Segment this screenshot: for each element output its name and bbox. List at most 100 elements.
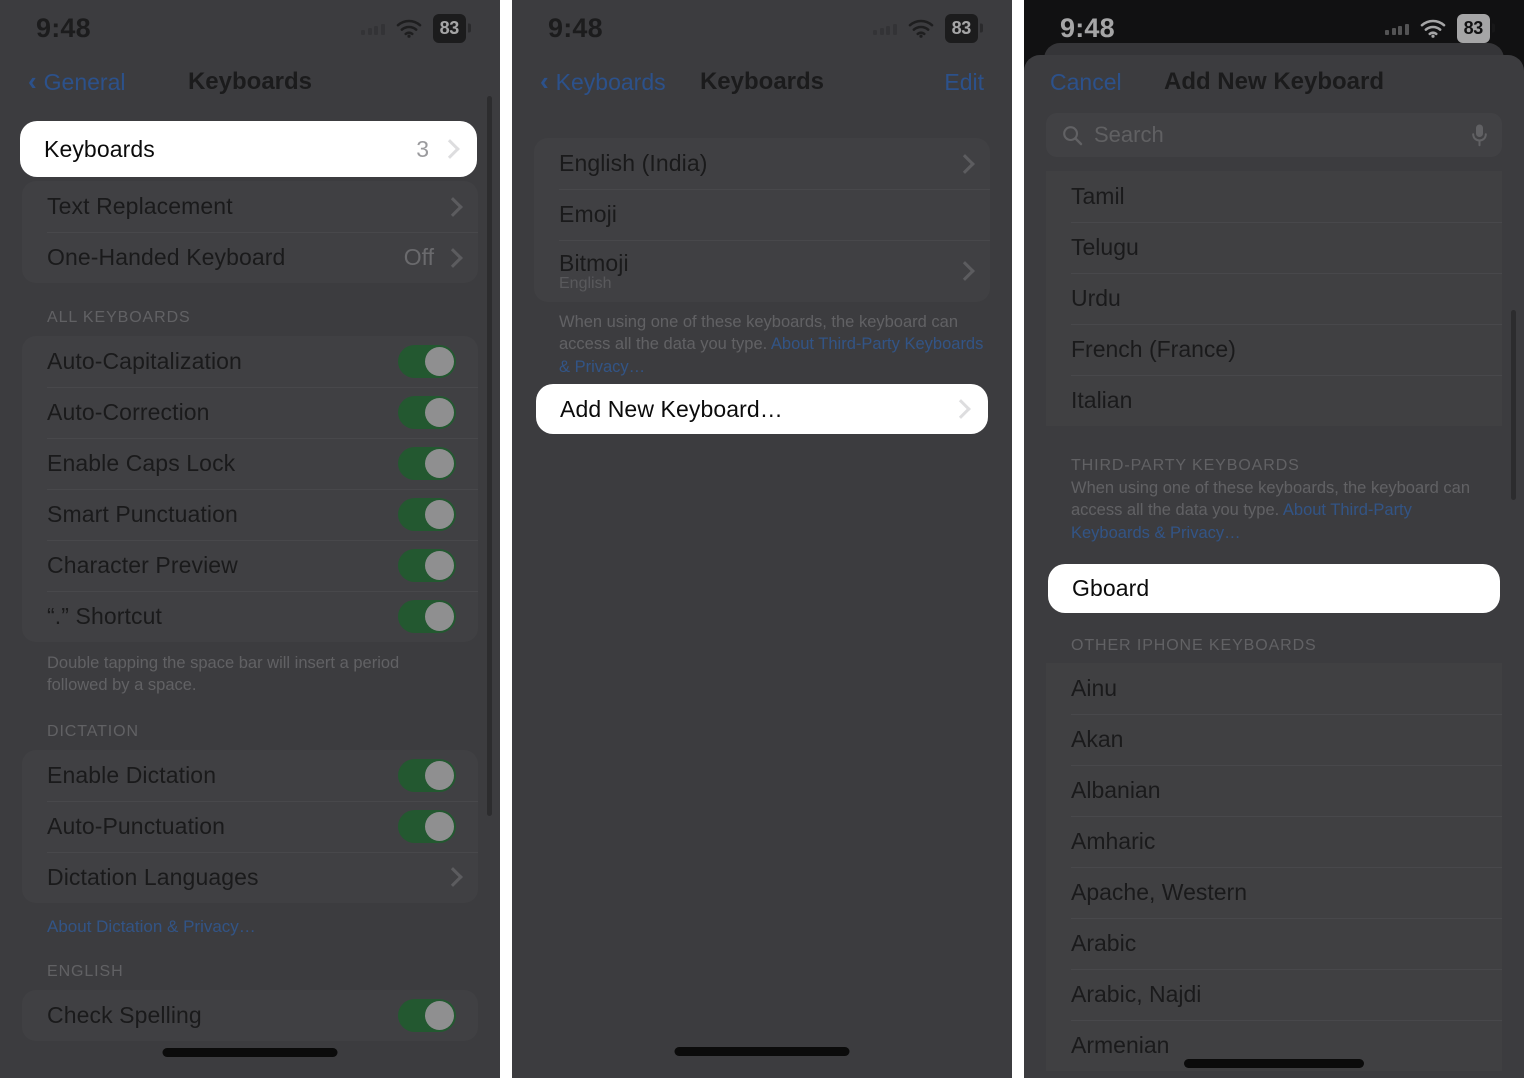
row-label: Bitmoji <box>559 249 629 276</box>
section-header-english: ENGLISH <box>47 962 124 980</box>
list-item[interactable]: Akan <box>1046 713 1502 765</box>
row-period-shortcut[interactable]: “.” Shortcut <box>22 591 478 642</box>
list-item[interactable]: Amharic <box>1046 815 1502 867</box>
group-text-options: Text Replacement One-Handed Keyboard Off <box>22 181 478 283</box>
row-one-handed-keyboard[interactable]: One-Handed Keyboard Off <box>22 232 478 283</box>
battery-indicator: 83 <box>944 13 978 43</box>
cancel-button[interactable]: Cancel <box>1050 69 1122 96</box>
status-bar: 9:48 83 <box>1024 0 1524 56</box>
toggle-smart-punctuation[interactable] <box>398 498 456 531</box>
list-item[interactable]: Tamil <box>1046 171 1502 222</box>
row-dictation-languages[interactable]: Dictation Languages <box>22 851 478 903</box>
status-bar: 9:48 83 <box>512 0 1012 56</box>
row-english-india[interactable]: English (India) <box>534 138 990 189</box>
row-auto-capitalization[interactable]: Auto-Capitalization <box>22 336 478 387</box>
row-character-preview[interactable]: Character Preview <box>22 540 478 591</box>
cellular-signal-icon <box>873 21 897 35</box>
chevron-right-icon <box>446 198 456 216</box>
row-enable-caps-lock[interactable]: Enable Caps Lock <box>22 438 478 489</box>
list-item[interactable]: French (France) <box>1046 324 1502 375</box>
row-label: Apache, Western <box>1071 878 1248 905</box>
list-item[interactable]: Urdu <box>1046 273 1502 324</box>
row-label: French (France) <box>1071 336 1236 362</box>
back-button-general[interactable]: ‹ General <box>28 66 126 96</box>
search-input[interactable]: Search <box>1094 122 1460 148</box>
status-bar-time: 9:48 <box>1060 12 1115 43</box>
group-all-keyboards: Auto-Capitalization Auto-Correction Enab… <box>22 336 478 642</box>
scrollbar-indicator[interactable] <box>1511 310 1516 500</box>
row-smart-punctuation[interactable]: Smart Punctuation <box>22 489 478 540</box>
list-item[interactable]: Apache, Western <box>1046 866 1502 918</box>
row-check-spelling[interactable]: Check Spelling <box>22 990 478 1041</box>
row-label: Auto-Correction <box>47 399 210 425</box>
toggle-enable-dictation[interactable] <box>398 758 456 792</box>
toggle-character-preview[interactable] <box>398 549 456 582</box>
row-auto-correction[interactable]: Auto-Correction <box>22 387 478 438</box>
home-indicator[interactable] <box>162 1048 338 1057</box>
highlight-add-new-keyboard-row[interactable]: Add New Keyboard… <box>536 384 988 434</box>
row-label: Text Replacement <box>47 193 233 219</box>
back-button-keyboards[interactable]: ‹ Keyboards <box>540 68 666 96</box>
toggle-auto-capitalization[interactable] <box>398 345 456 378</box>
navigation-bar: Cancel Add New Keyboard <box>1024 55 1524 109</box>
toggle-enable-caps-lock[interactable] <box>398 447 456 480</box>
group-active-keyboards: English (India) Emoji Bitmoji English <box>534 138 990 302</box>
row-enable-dictation[interactable]: Enable Dictation <box>22 750 478 801</box>
row-bitmoji[interactable]: Bitmoji English <box>534 240 990 302</box>
home-indicator[interactable] <box>1184 1059 1364 1068</box>
footer-third-party-note: When using one of these keyboards, the k… <box>1024 477 1524 544</box>
toggle-period-shortcut[interactable] <box>398 600 456 633</box>
edit-button[interactable]: Edit <box>944 69 984 96</box>
panel-divider <box>1012 0 1024 1078</box>
scrollbar-indicator[interactable] <box>487 96 492 816</box>
section-header-all-keyboards: ALL KEYBOARDS <box>47 309 191 326</box>
list-item[interactable]: Arabic, Najdi <box>1046 968 1502 1020</box>
chevron-right-icon <box>446 868 456 886</box>
row-label: Check Spelling <box>47 1001 202 1028</box>
row-label: Enable Caps Lock <box>47 450 236 476</box>
wifi-icon <box>1420 19 1446 38</box>
highlight-keyboards-row[interactable]: Keyboards 3 <box>20 121 477 177</box>
highlight-row-label: Add New Keyboard… <box>560 395 783 422</box>
row-label: Akan <box>1071 725 1124 752</box>
list-item[interactable]: Italian <box>1046 375 1502 426</box>
group-other-keyboards: Ainu Akan Albanian Amharic Apache, Weste… <box>1046 663 1502 1071</box>
back-button-label: General <box>43 68 126 95</box>
row-label: Arabic, Najdi <box>1071 980 1202 1007</box>
search-icon <box>1062 125 1083 146</box>
footer-all-keyboards: Double tapping the space bar will insert… <box>47 654 400 695</box>
chevron-left-icon: ‹ <box>28 66 37 96</box>
row-sublabel: English <box>559 274 612 292</box>
group-suggested-keyboards: Tamil Telugu Urdu French (France) Italia… <box>1046 171 1502 426</box>
row-value: Off <box>403 244 434 270</box>
chevron-right-icon <box>954 400 964 418</box>
list-item[interactable]: Albanian <box>1046 764 1502 816</box>
row-label: Ainu <box>1071 674 1118 701</box>
row-label: Albanian <box>1071 776 1161 803</box>
navigation-bar: ‹ Keyboards Keyboards Edit <box>512 56 1012 108</box>
section-header-other-keyboards: OTHER IPHONE KEYBOARDS <box>1071 636 1317 654</box>
battery-indicator: 83 <box>432 13 466 43</box>
list-item[interactable]: Ainu <box>1046 663 1502 714</box>
status-bar: 9:48 83 <box>0 0 500 56</box>
row-text-replacement[interactable]: Text Replacement <box>22 181 478 232</box>
list-item[interactable]: Telugu <box>1046 222 1502 273</box>
wifi-icon <box>908 19 934 38</box>
toggle-auto-punctuation[interactable] <box>398 809 456 843</box>
microphone-icon[interactable] <box>1471 123 1488 147</box>
wifi-icon <box>396 19 422 38</box>
row-label: One-Handed Keyboard <box>47 244 286 270</box>
home-indicator[interactable] <box>674 1047 850 1056</box>
row-label: Arabic <box>1071 929 1137 956</box>
row-label: Emoji <box>559 201 618 227</box>
toggle-check-spelling[interactable] <box>398 998 456 1032</box>
row-auto-punctuation[interactable]: Auto-Punctuation <box>22 800 478 852</box>
toggle-auto-correction[interactable] <box>398 396 456 429</box>
chevron-right-icon <box>443 140 453 158</box>
list-item[interactable]: Arabic <box>1046 917 1502 969</box>
highlight-gboard-row[interactable]: Gboard <box>1048 564 1500 613</box>
search-bar[interactable]: Search <box>1046 113 1502 157</box>
link-about-dictation-privacy[interactable]: About Dictation & Privacy… <box>0 903 500 937</box>
row-emoji[interactable]: Emoji <box>534 189 990 240</box>
navigation-bar: ‹ General Keyboards <box>0 56 500 108</box>
